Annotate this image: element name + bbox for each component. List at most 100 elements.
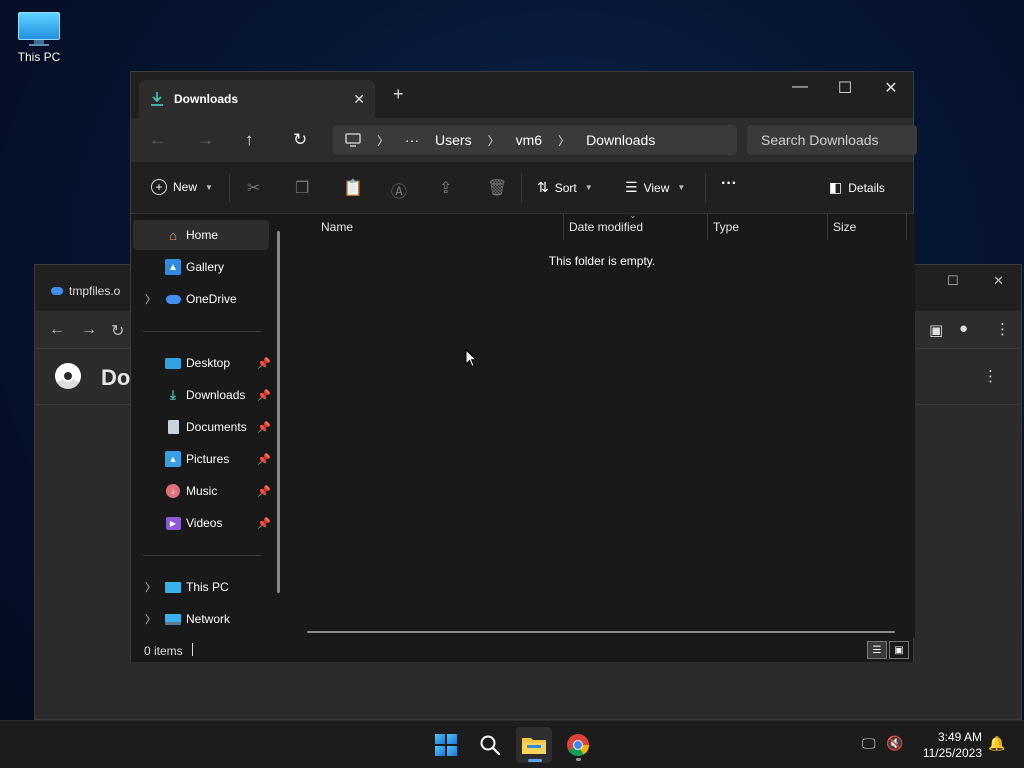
sidebar-item-desktop[interactable]: Desktop 📌 (133, 348, 271, 378)
column-divider[interactable] (906, 214, 907, 240)
browser-menu-icon[interactable]: ⋮ (995, 320, 1010, 338)
browser-forward-icon[interactable]: → (81, 321, 97, 339)
back-button[interactable]: ← (149, 130, 166, 150)
sidebar-item-label: Documents (186, 420, 247, 434)
browser-maximize-icon[interactable]: ☐ (947, 273, 959, 289)
details-button[interactable]: ◧ Details (829, 179, 885, 196)
file-explorer-taskbar-button[interactable] (516, 727, 552, 763)
pin-icon[interactable]: 📌 (257, 485, 271, 498)
sidebar-item-label: Pictures (186, 452, 230, 466)
this-pc-icon (165, 579, 181, 595)
details-view-button[interactable]: ☰ (867, 641, 887, 659)
sidebar-item-network[interactable]: 〉 Network (133, 604, 269, 634)
breadcrumb-item-vm6[interactable]: vm6 (516, 132, 542, 148)
up-button[interactable]: ↑ (245, 130, 254, 150)
chevron-right-icon[interactable]: 〉 (488, 132, 500, 149)
maximize-button[interactable]: ☐ (830, 78, 860, 98)
sidebar-item-downloads[interactable]: ⤓ Downloads 📌 (133, 380, 271, 410)
copy-icon[interactable]: ❐ (295, 178, 309, 198)
downloads-icon: ⤓ (170, 387, 176, 402)
pin-icon[interactable]: 📌 (257, 517, 271, 530)
network-status-icon[interactable]: 🖵 (862, 735, 876, 752)
search-input[interactable]: Search Downloads (747, 125, 917, 155)
close-tab-icon[interactable]: ✕ (353, 91, 365, 108)
details-view-icon: ☰ (872, 644, 882, 656)
network-icon (165, 611, 181, 627)
pictures-icon: ▲ (165, 451, 181, 467)
sidebar-item-pictures[interactable]: ▲ Pictures 📌 (133, 444, 271, 474)
running-app-indicator (576, 758, 581, 761)
column-header-type[interactable]: Type (713, 214, 739, 240)
volume-muted-icon[interactable]: 🔇 (886, 735, 903, 752)
breadcrumb-item-downloads[interactable]: Downloads (586, 132, 655, 148)
sidepanel-icon[interactable]: ▣ (929, 321, 943, 339)
new-button[interactable]: + New ▼ (151, 179, 213, 195)
chrome-taskbar-button[interactable] (560, 727, 596, 763)
chevron-right-icon[interactable]: 〉 (558, 132, 570, 149)
delete-icon[interactable]: 🗑 (487, 178, 507, 198)
minimize-button[interactable]: — (785, 78, 815, 96)
column-header-name[interactable]: Name (321, 214, 353, 240)
breadcrumb[interactable]: 〉 ··· Users 〉 vm6 〉 Downloads (333, 125, 737, 155)
page-menu-icon[interactable]: ⋮ (983, 367, 998, 385)
forward-button[interactable]: → (197, 130, 214, 150)
browser-close-icon[interactable]: ✕ (993, 273, 1004, 289)
column-divider[interactable] (563, 214, 564, 240)
windows-logo-icon (435, 734, 457, 756)
status-divider (192, 643, 193, 656)
sort-button[interactable]: ⇅ Sort ▼ (537, 179, 593, 196)
sidebar-item-gallery[interactable]: ▲ Gallery (133, 252, 269, 282)
tiles-view-icon: ▣ (894, 644, 904, 656)
file-explorer-window[interactable]: Downloads ✕ + — ☐ ✕ ← → ↑ ↻ 〉 ··· Users … (130, 71, 917, 662)
profile-icon[interactable]: ● (959, 320, 968, 337)
cut-icon[interactable]: ✂ (247, 178, 260, 198)
sidebar-item-label: Network (186, 612, 231, 626)
column-divider[interactable] (827, 214, 828, 240)
system-clock[interactable]: 3:49 AM 11/25/2023 (912, 729, 982, 761)
tiles-view-button[interactable]: ▣ (889, 641, 909, 659)
sidebar-item-home[interactable]: ⌂ Home (133, 220, 269, 250)
chevron-right-icon[interactable]: 〉 (145, 579, 156, 595)
paste-icon[interactable]: 📋 (343, 178, 363, 198)
search-button[interactable] (472, 727, 508, 763)
browser-tab[interactable]: tmpfiles.o (51, 279, 141, 303)
sidebar-item-this-pc[interactable]: 〉 This PC (133, 572, 269, 602)
breadcrumb-overflow[interactable]: ··· (405, 132, 419, 148)
close-window-button[interactable]: ✕ (876, 78, 906, 98)
explorer-titlebar: Downloads ✕ + — ☐ ✕ (131, 72, 913, 118)
sidebar-item-label: Desktop (186, 356, 231, 370)
pin-icon[interactable]: 📌 (257, 453, 271, 466)
chevron-right-icon[interactable]: 〉 (145, 291, 156, 307)
sidebar-item-onedrive[interactable]: 〉 OneDrive (133, 284, 269, 314)
more-options-button[interactable]: ··· (721, 175, 737, 193)
view-button[interactable]: ☰ View ▼ (625, 179, 685, 196)
breadcrumb-item-users[interactable]: Users (435, 132, 472, 148)
sidebar-item-videos[interactable]: ▶ Videos 📌 (133, 508, 271, 538)
sidebar-scrollbar[interactable] (277, 231, 280, 593)
pin-icon[interactable]: 📌 (257, 421, 271, 434)
notification-bell-icon[interactable]: 🔔 (988, 735, 1005, 752)
sort-label: Sort (554, 180, 577, 195)
start-button[interactable] (428, 727, 464, 763)
explorer-tab-downloads[interactable]: Downloads ✕ (139, 80, 375, 118)
share-icon[interactable]: ⇪ (439, 178, 452, 198)
pin-icon[interactable]: 📌 (257, 389, 271, 402)
column-divider[interactable] (707, 214, 708, 240)
chevron-right-icon[interactable]: 〉 (145, 611, 156, 627)
browser-reload-icon[interactable]: ↻ (111, 321, 124, 341)
new-tab-button[interactable]: + (393, 84, 404, 105)
sidebar-item-documents[interactable]: Documents 📌 (133, 412, 271, 442)
refresh-button[interactable]: ↻ (293, 130, 307, 150)
desktop-icon-this-pc[interactable]: This PC (10, 10, 68, 64)
command-bar: + New ▼ ✂ ❐ 📋 Ⓐ ⇪ 🗑 ⇅ Sort ▼ ☰ View ▼ ··… (131, 162, 913, 214)
browser-page-title: Do (101, 365, 131, 390)
browser-back-icon[interactable]: ← (49, 321, 65, 339)
rename-icon[interactable]: Ⓐ (391, 178, 407, 202)
chevron-right-icon[interactable]: 〉 (377, 132, 389, 149)
sidebar-item-label: Home (186, 228, 219, 242)
pin-icon[interactable]: 📌 (257, 357, 271, 370)
sidebar-item-music[interactable]: ♪ Music 📌 (133, 476, 271, 506)
divider (229, 174, 230, 202)
horizontal-scrollbar[interactable] (307, 631, 895, 633)
column-header-size[interactable]: Size (833, 214, 856, 240)
